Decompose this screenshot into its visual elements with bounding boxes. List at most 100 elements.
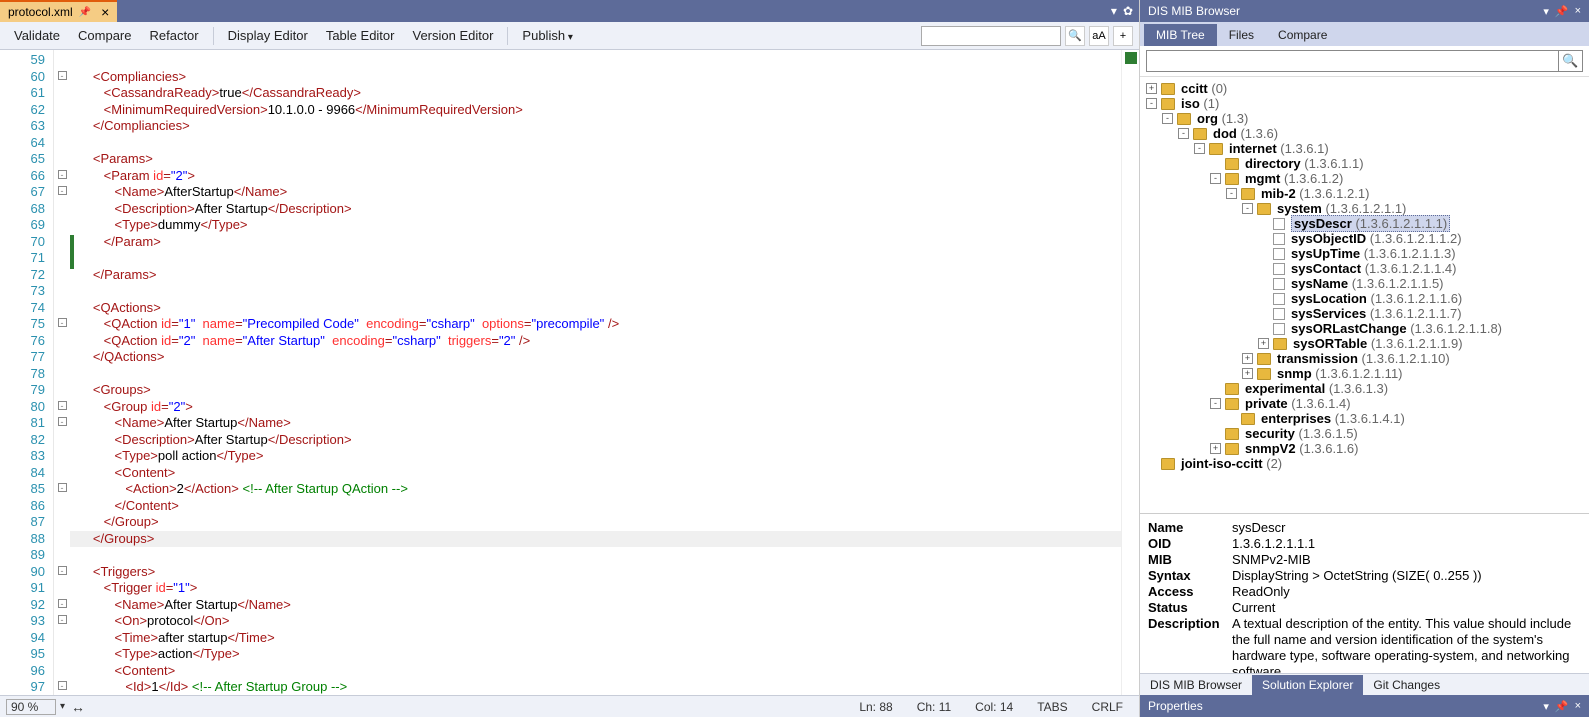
tree-label: experimental (1.3.6.1.3) (1245, 381, 1388, 396)
chevron-down-icon[interactable]: ▾ (1111, 4, 1117, 18)
tree-spacer (1258, 308, 1269, 319)
side-panel-title: DIS MIB Browser (1148, 4, 1240, 18)
pin-icon[interactable]: 📌 (79, 7, 91, 18)
line-number-gutter: 5960616263646566676869707172737475767778… (0, 50, 54, 695)
folder-icon (1225, 173, 1239, 185)
tree-spacer (1258, 323, 1269, 334)
tree-label: sysContact (1.3.6.1.2.1.1.4) (1291, 261, 1456, 276)
tree-node-snmpV2[interactable]: +snmpV2 (1.3.6.1.6) (1142, 441, 1587, 456)
folder-icon (1273, 338, 1287, 350)
code-editor[interactable]: 5960616263646566676869707172737475767778… (0, 50, 1139, 695)
fold-column[interactable]: ----------- (54, 50, 70, 695)
chevron-down-icon[interactable]: ▾ (1543, 5, 1549, 18)
side-tab-files[interactable]: Files (1217, 24, 1266, 46)
editor-toolbar: ValidateCompareRefactor Display EditorTab… (0, 22, 1139, 50)
tree-node-sysServices[interactable]: sysServices (1.3.6.1.2.1.1.7) (1142, 306, 1587, 321)
collapse-icon[interactable]: - (1210, 398, 1221, 409)
collapse-icon[interactable]: - (1146, 98, 1157, 109)
tree-node-ccitt[interactable]: + ccitt (0) (1142, 81, 1587, 96)
folder-icon (1225, 398, 1239, 410)
collapse-icon[interactable]: - (1226, 188, 1237, 199)
folder-icon (1257, 368, 1271, 380)
tree-spacer (1210, 158, 1221, 169)
tree-spacer (1258, 233, 1269, 244)
tree-label: ccitt (0) (1181, 81, 1227, 96)
tree-node-transmission[interactable]: +transmission (1.3.6.1.2.1.10) (1142, 351, 1587, 366)
editor-search-input[interactable] (921, 26, 1061, 46)
collapse-icon[interactable]: ↔ (71, 699, 85, 715)
collapse-icon[interactable]: - (1210, 173, 1221, 184)
code-content[interactable]: <Compliancies> <CassandraReady>true</Cas… (70, 50, 1121, 695)
tree-node-system[interactable]: -system (1.3.6.1.2.1.1) (1142, 201, 1587, 216)
expand-icon[interactable]: + (1210, 443, 1221, 454)
collapse-icon[interactable]: - (1242, 203, 1253, 214)
expand-icon[interactable]: + (1242, 368, 1253, 379)
search-icon[interactable]: 🔍 (1065, 26, 1085, 46)
tree-node-sysUpTime[interactable]: sysUpTime (1.3.6.1.2.1.1.3) (1142, 246, 1587, 261)
tree-node-experimental[interactable]: experimental (1.3.6.1.3) (1142, 381, 1587, 396)
document-tab[interactable]: protocol.xml 📌 × (0, 0, 117, 22)
toolbar-publish[interactable]: Publish (514, 25, 580, 46)
chevron-down-icon[interactable]: ▾ (60, 701, 65, 712)
detail-key: Description (1148, 616, 1232, 673)
tree-node-dod[interactable]: -dod (1.3.6) (1142, 126, 1587, 141)
tree-node-sysName[interactable]: sysName (1.3.6.1.2.1.1.5) (1142, 276, 1587, 291)
gear-icon[interactable]: ✿ (1123, 4, 1133, 18)
tree-spacer (1258, 278, 1269, 289)
expand-icon[interactable]: + (1146, 83, 1157, 94)
tree-node-org[interactable]: -org (1.3) (1142, 111, 1587, 126)
tree-node-sysORTable[interactable]: +sysORTable (1.3.6.1.2.1.1.9) (1142, 336, 1587, 351)
detail-key: MIB (1148, 552, 1232, 568)
tree-node-security[interactable]: security (1.3.6.1.5) (1142, 426, 1587, 441)
tree-node-internet[interactable]: -internet (1.3.6.1) (1142, 141, 1587, 156)
toolbar-compare[interactable]: Compare (70, 25, 139, 46)
side-tab-mib-tree[interactable]: MIB Tree (1144, 24, 1217, 46)
expand-icon[interactable]: + (1242, 353, 1253, 364)
detail-value: 1.3.6.1.2.1.1.1 (1232, 536, 1581, 552)
tree-node-sysObjectID[interactable]: sysObjectID (1.3.6.1.2.1.1.2) (1142, 231, 1587, 246)
toolbar-refactor[interactable]: Refactor (141, 25, 206, 46)
chevron-down-icon[interactable]: ▾ (1543, 700, 1549, 713)
tree-node-sysContact[interactable]: sysContact (1.3.6.1.2.1.1.4) (1142, 261, 1587, 276)
tool-tab-dis-mib-browser[interactable]: DIS MIB Browser (1140, 675, 1252, 695)
close-icon[interactable]: × (1575, 700, 1581, 713)
toolbar-table-editor[interactable]: Table Editor (318, 25, 403, 46)
leaf-icon (1273, 293, 1285, 305)
tree-node-snmp[interactable]: + snmp (1.3.6.1.2.1.11) (1142, 366, 1587, 381)
leaf-icon (1273, 248, 1285, 260)
toolbar-display-editor[interactable]: Display Editor (220, 25, 316, 46)
pin-icon[interactable]: 📌 (1555, 700, 1569, 713)
tree-node-sysDescr[interactable]: sysDescr (1.3.6.1.2.1.1.1) (1142, 216, 1587, 231)
tree-label: snmp (1.3.6.1.2.1.11) (1277, 366, 1403, 381)
add-icon[interactable]: + (1113, 26, 1133, 46)
tree-node-mib-2[interactable]: - mib-2 (1.3.6.1.2.1) (1142, 186, 1587, 201)
tool-tab-solution-explorer[interactable]: Solution Explorer (1252, 675, 1363, 695)
tool-tab-git-changes[interactable]: Git Changes (1363, 675, 1450, 695)
tree-node-enterprises[interactable]: enterprises (1.3.6.1.4.1) (1142, 411, 1587, 426)
search-icon[interactable]: 🔍 (1559, 50, 1583, 72)
side-tab-compare[interactable]: Compare (1266, 24, 1339, 46)
expand-icon[interactable]: + (1258, 338, 1269, 349)
tree-node-sysLocation[interactable]: sysLocation (1.3.6.1.2.1.1.6) (1142, 291, 1587, 306)
collapse-icon[interactable]: - (1194, 143, 1205, 154)
collapse-icon[interactable]: - (1162, 113, 1173, 124)
mib-search-input[interactable] (1146, 50, 1559, 72)
collapse-icon[interactable]: - (1178, 128, 1189, 139)
tree-node-mgmt[interactable]: -mgmt (1.3.6.1.2) (1142, 171, 1587, 186)
match-case-icon[interactable]: aA (1089, 26, 1109, 46)
mib-tree[interactable]: + ccitt (0)-iso (1)-org (1.3)-dod (1.3.6)… (1140, 77, 1589, 513)
tree-node-directory[interactable]: directory (1.3.6.1.1) (1142, 156, 1587, 171)
tree-node-iso[interactable]: -iso (1) (1142, 96, 1587, 111)
toolbar-validate[interactable]: Validate (6, 25, 68, 46)
tree-node-sysORLastChange[interactable]: sysORLastChange (1.3.6.1.2.1.1.8) (1142, 321, 1587, 336)
close-icon[interactable]: × (97, 4, 113, 20)
detail-key: Name (1148, 520, 1232, 536)
tree-label: mib-2 (1.3.6.1.2.1) (1261, 186, 1369, 201)
folder-icon (1193, 128, 1207, 140)
toolbar-version-editor[interactable]: Version Editor (404, 25, 501, 46)
pin-icon[interactable]: 📌 (1555, 5, 1569, 18)
tree-node-joint-iso-ccitt[interactable]: joint-iso-ccitt (2) (1142, 456, 1587, 471)
close-icon[interactable]: × (1575, 5, 1581, 18)
tree-node-private[interactable]: -private (1.3.6.1.4) (1142, 396, 1587, 411)
zoom-level[interactable]: 90 % (6, 699, 56, 715)
